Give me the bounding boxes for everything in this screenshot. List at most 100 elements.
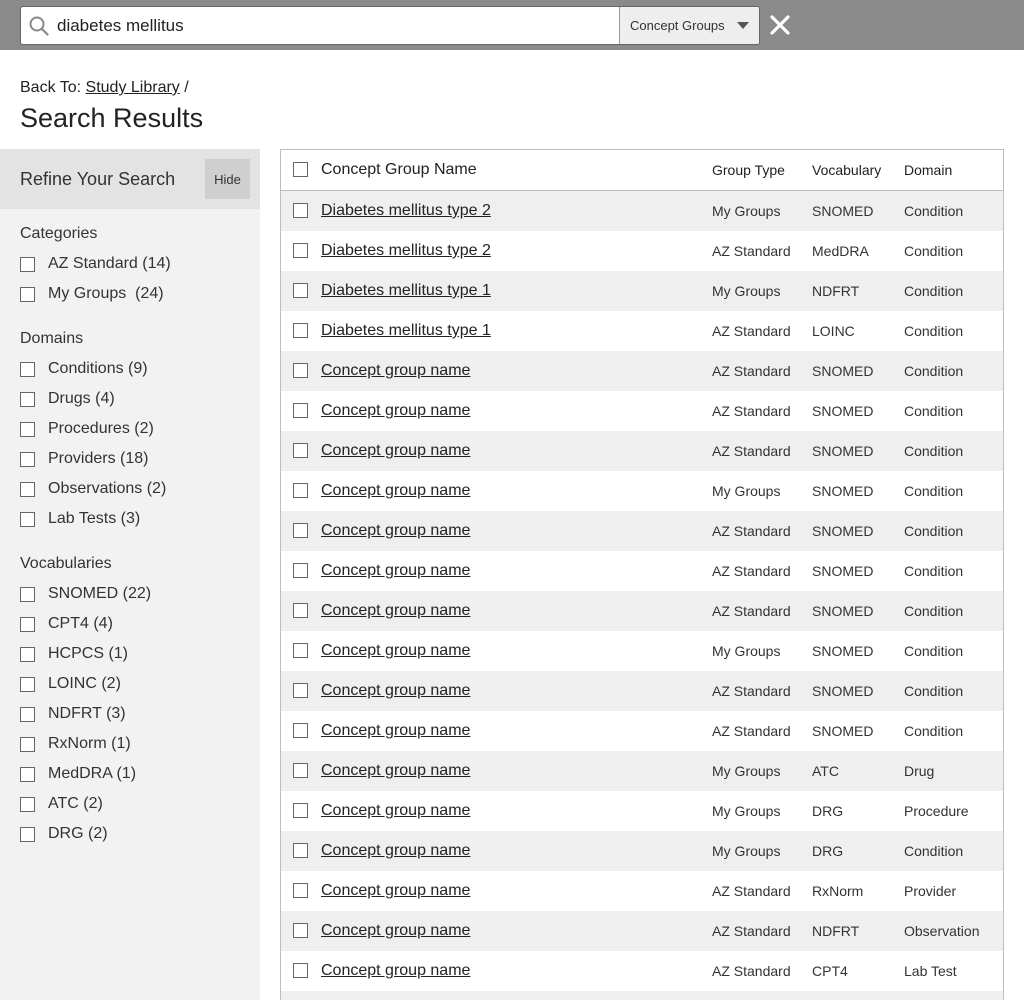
row-checkbox[interactable] [293,203,308,218]
facet-option[interactable]: My Groups (24) [20,279,260,309]
row-checkbox[interactable] [293,403,308,418]
results-table: Concept Group Name Group Type Vocabulary… [280,149,1004,1000]
facet-option[interactable]: Observations (2) [20,474,260,504]
facet-option[interactable]: Conditions (9) [20,354,260,384]
row-checkbox[interactable] [293,803,308,818]
row-checkbox[interactable] [293,443,308,458]
header-vocabulary[interactable]: Vocabulary [812,162,881,178]
row-group-type: AZ Standard [712,243,791,259]
facet-checkbox[interactable] [20,481,35,497]
concept-group-link[interactable]: Diabetes mellitus type 1 [321,322,491,339]
concept-group-link[interactable]: Concept group name [321,882,470,899]
facet-label: MedDRA (1) [48,765,137,782]
row-name-cell: Concept group name [321,762,470,780]
concept-group-link[interactable]: Concept group name [321,482,470,499]
facet-checkbox[interactable] [20,391,35,407]
facet-option[interactable]: SNOMED (22) [20,579,260,609]
concept-group-link[interactable]: Concept group name [321,602,470,619]
concept-group-link[interactable]: Concept group name [321,922,470,939]
facet-option[interactable]: Drugs (4) [20,384,260,414]
facet-option[interactable]: MedDRA (1) [20,759,260,789]
facet-checkbox[interactable] [20,676,35,692]
facet-option[interactable]: AZ Standard (14) [20,249,260,279]
facet-option[interactable]: RxNorm (1) [20,729,260,759]
select-all-checkbox[interactable] [293,162,308,177]
row-checkbox[interactable] [293,643,308,658]
row-checkbox[interactable] [293,883,308,898]
search-scope-dropdown[interactable]: Concept Groups [619,7,759,44]
row-checkbox[interactable] [293,683,308,698]
clear-search-button[interactable] [768,13,792,37]
row-checkbox[interactable] [293,723,308,738]
header-concept-group-name[interactable]: Concept Group Name [321,161,477,179]
row-vocabulary: CPT4 [812,963,848,979]
concept-group-link[interactable]: Concept group name [321,522,470,539]
facet-option[interactable]: ATC (2) [20,789,260,819]
facet-checkbox[interactable] [20,706,35,722]
facet-checkbox[interactable] [20,586,35,602]
row-checkbox[interactable] [293,323,308,338]
concept-group-link[interactable]: Concept group name [321,842,470,859]
row-checkbox[interactable] [293,523,308,538]
header-domain[interactable]: Domain [904,162,952,178]
row-checkbox[interactable] [293,563,308,578]
header-group-type[interactable]: Group Type [712,162,785,178]
row-checkbox[interactable] [293,483,308,498]
concept-group-link[interactable]: Concept group name [321,562,470,579]
facet-option[interactable]: LOINC (2) [20,669,260,699]
facet-option[interactable]: Lab Tests (3) [20,504,260,534]
row-domain: Lab Test [904,963,957,979]
facet-checkbox[interactable] [20,451,35,467]
facet-checkbox[interactable] [20,736,35,752]
facet-option[interactable]: Procedures (2) [20,414,260,444]
facet-label: NDFRT (3) [48,705,126,722]
facet-checkbox[interactable] [20,256,35,272]
table-row: Concept group name AZ Standard SNOMED Condi… [281,391,1003,431]
concept-group-link[interactable]: Concept group name [321,682,470,699]
row-checkbox[interactable] [293,603,308,618]
facet-option[interactable]: NDFRT (3) [20,699,260,729]
facet-checkbox[interactable] [20,511,35,527]
concept-group-link[interactable]: Concept group name [321,362,470,379]
row-group-type: AZ Standard [712,403,791,419]
facet-checkbox[interactable] [20,286,35,302]
row-checkbox[interactable] [293,963,308,978]
breadcrumb-link-study-library[interactable]: Study Library [86,79,180,96]
concept-group-link[interactable]: Concept group name [321,762,470,779]
facet-checkbox[interactable] [20,361,35,377]
facet-checkbox[interactable] [20,616,35,632]
concept-group-link[interactable]: Diabetes mellitus type 2 [321,242,491,259]
row-name-cell: Concept group name [321,962,470,980]
concept-group-link[interactable]: Diabetes mellitus type 2 [321,202,491,219]
facet-option[interactable]: HCPCS (1) [20,639,260,669]
row-checkbox[interactable] [293,843,308,858]
row-checkbox[interactable] [293,283,308,298]
facet-option[interactable]: CPT4 (4) [20,609,260,639]
table-row: Concept group name AZ Standard SNOMED Condi… [281,351,1003,391]
concept-group-link[interactable]: Concept group name [321,442,470,459]
facet-checkbox[interactable] [20,646,35,662]
row-name-cell: Concept group name [321,562,470,580]
facet-option[interactable]: Providers (18) [20,444,260,474]
row-checkbox[interactable] [293,243,308,258]
facet-checkbox[interactable] [20,421,35,437]
facet-checkbox[interactable] [20,796,35,812]
concept-group-link[interactable]: Concept group name [321,722,470,739]
facet-checkbox[interactable] [20,766,35,782]
facet-option[interactable]: DRG (2) [20,819,260,849]
concept-group-link[interactable]: Diabetes mellitus type 1 [321,282,491,299]
search-input[interactable] [57,7,619,44]
concept-group-link[interactable]: Concept group name [321,642,470,659]
row-group-type: AZ Standard [712,323,791,339]
concept-group-link[interactable]: Concept group name [321,962,470,979]
hide-sidebar-button[interactable]: Hide [205,159,250,199]
facet-checkbox[interactable] [20,826,35,842]
row-domain: Condition [904,283,964,299]
row-domain: Condition [904,243,964,259]
row-domain: Drug [904,763,935,779]
concept-group-link[interactable]: Concept group name [321,402,470,419]
row-checkbox[interactable] [293,923,308,938]
concept-group-link[interactable]: Concept group name [321,802,470,819]
row-checkbox[interactable] [293,363,308,378]
row-checkbox[interactable] [293,763,308,778]
